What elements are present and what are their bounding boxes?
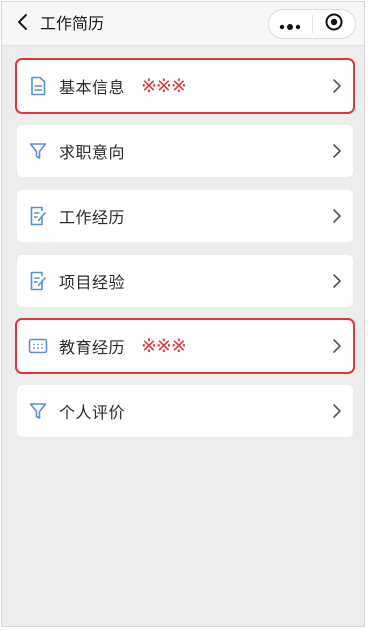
- more-dots-icon: [279, 15, 301, 34]
- app-frame: 工作简历 基本信息 ※※※ 求职意向 工作经历 项目经验 教育经历 ※※※ 个人…: [1, 1, 365, 627]
- chevron-right-icon: [331, 141, 343, 161]
- edit-document-icon: [27, 205, 49, 227]
- item-label: 项目经验: [59, 273, 126, 292]
- list-item-project-experience[interactable]: 项目经验: [17, 255, 353, 307]
- document-icon: [27, 75, 49, 97]
- filter-icon: [27, 140, 49, 162]
- resume-section-list: 基本信息 ※※※ 求职意向 工作经历 项目经验 教育经历 ※※※ 个人评价: [15, 58, 355, 450]
- item-label: 个人评价: [59, 403, 126, 422]
- chevron-right-icon: [331, 401, 343, 421]
- list-item-work-experience[interactable]: 工作经历: [17, 190, 353, 242]
- page-title: 工作简历: [40, 14, 105, 33]
- close-button[interactable]: [313, 10, 356, 38]
- item-label: 工作经历: [59, 208, 126, 227]
- mini-program-capsule: [268, 9, 356, 39]
- list-item-self-evaluation[interactable]: 个人评价: [17, 385, 353, 437]
- chevron-right-icon: [331, 271, 343, 291]
- calendar-icon: [27, 335, 49, 357]
- item-label: 求职意向: [59, 143, 126, 162]
- navigation-bar: 工作简历: [2, 2, 364, 46]
- chevron-left-icon: [17, 13, 29, 35]
- item-label: 教育经历: [59, 338, 126, 357]
- target-circle-icon: [325, 13, 343, 35]
- item-badge: ※※※: [141, 335, 187, 357]
- edit-document-icon: [27, 270, 49, 292]
- list-item-basic-info[interactable]: 基本信息 ※※※: [15, 58, 355, 114]
- item-label: 基本信息: [59, 78, 126, 97]
- back-button[interactable]: [8, 8, 38, 40]
- filter-icon: [27, 400, 49, 422]
- chevron-right-icon: [331, 206, 343, 226]
- list-item-education[interactable]: 教育经历 ※※※: [15, 318, 355, 374]
- chevron-right-icon: [331, 76, 343, 96]
- chevron-right-icon: [331, 336, 343, 356]
- more-button[interactable]: [269, 10, 312, 38]
- item-badge: ※※※: [141, 75, 187, 97]
- list-item-job-intention[interactable]: 求职意向: [17, 125, 353, 177]
